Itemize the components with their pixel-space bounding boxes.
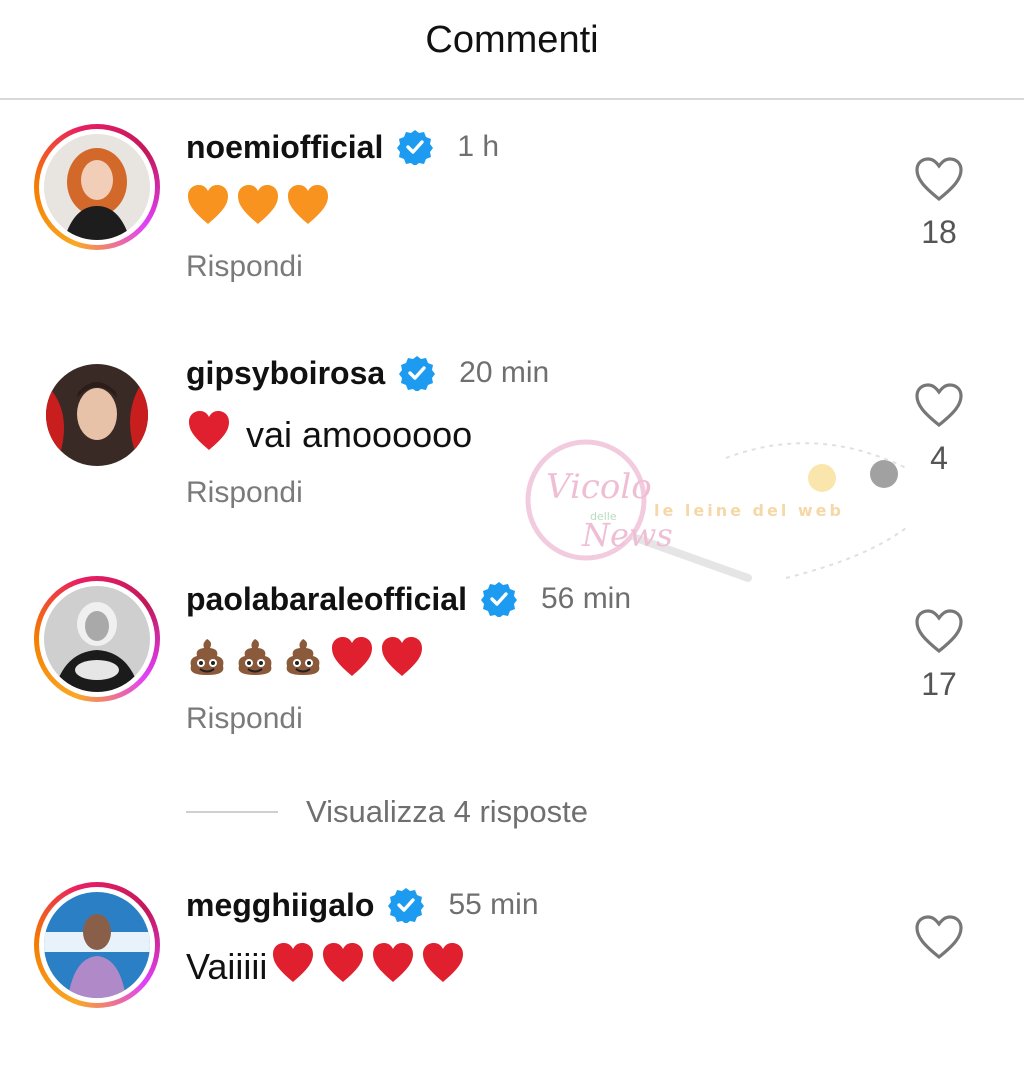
- comment-username[interactable]: gipsyboirosa: [186, 355, 385, 392]
- comment-item: megghiigalo 55 min Vaiiiii: [0, 868, 1024, 1088]
- comment-username[interactable]: paolabaraleofficial: [186, 581, 467, 618]
- comment-text: Vaiiiii: [186, 942, 471, 992]
- page-title: Commenti: [425, 18, 599, 61]
- comment-time: 20 min: [459, 356, 550, 389]
- comment-time: 56 min: [540, 582, 632, 615]
- verified-badge-icon: [397, 129, 434, 166]
- red-heart-icon: [371, 942, 415, 993]
- verified-badge-icon: [480, 581, 517, 618]
- comment-time: 1 h: [457, 130, 500, 163]
- comment-text: [186, 636, 430, 686]
- heart-outline-icon[interactable]: [914, 914, 964, 960]
- comment-username[interactable]: megghiigalo: [186, 887, 374, 924]
- comment-text-body: vai amoooooo: [246, 414, 473, 455]
- comment-time: 55 min: [448, 888, 539, 921]
- comment-username[interactable]: noemiofficial: [186, 129, 383, 166]
- orange-heart-icon: [186, 184, 230, 235]
- like-count: 18: [921, 214, 957, 250]
- avatar[interactable]: [34, 576, 160, 702]
- replies-divider: [186, 811, 278, 813]
- heart-outline-icon[interactable]: [914, 608, 964, 654]
- like-count: 4: [930, 440, 948, 476]
- red-heart-icon: [321, 942, 365, 993]
- red-heart-icon: [421, 942, 465, 993]
- comment-item: paolabaraleofficial 56 min Rispondi 17: [0, 562, 1024, 782]
- poop-icon: [234, 636, 276, 687]
- view-replies-label: Visualizza 4 risposte: [306, 794, 589, 829]
- like-count: 17: [921, 666, 957, 702]
- reply-button[interactable]: Rispondi: [186, 476, 303, 510]
- red-heart-icon: [330, 636, 374, 687]
- comment-item: noemiofficial 1 h Rispondi 18: [0, 110, 1024, 330]
- red-heart-icon: [380, 636, 424, 687]
- avatar[interactable]: [34, 882, 160, 1008]
- heart-outline-icon[interactable]: [914, 382, 964, 428]
- poop-icon: [186, 636, 228, 687]
- poop-icon: [282, 636, 324, 687]
- comment-text: vai amoooooo: [186, 410, 472, 460]
- red-heart-icon: [271, 942, 315, 993]
- heart-outline-icon[interactable]: [914, 156, 964, 202]
- orange-heart-icon: [286, 184, 330, 235]
- reply-button[interactable]: Rispondi: [186, 250, 303, 284]
- view-replies-button[interactable]: Visualizza 4 risposte: [186, 790, 588, 834]
- reply-button[interactable]: Rispondi: [186, 702, 303, 736]
- comment-text: [186, 184, 336, 234]
- orange-heart-icon: [236, 184, 280, 235]
- comments-header: Commenti: [0, 0, 1024, 100]
- red-heart-icon: [186, 410, 232, 461]
- avatar[interactable]: [46, 364, 148, 466]
- verified-badge-icon: [388, 887, 425, 924]
- comment-text-body: Vaiiiii: [186, 946, 268, 987]
- avatar[interactable]: [34, 124, 160, 250]
- comment-item: gipsyboirosa 20 min vai amoooooo Rispond…: [0, 336, 1024, 556]
- verified-badge-icon: [399, 355, 436, 392]
